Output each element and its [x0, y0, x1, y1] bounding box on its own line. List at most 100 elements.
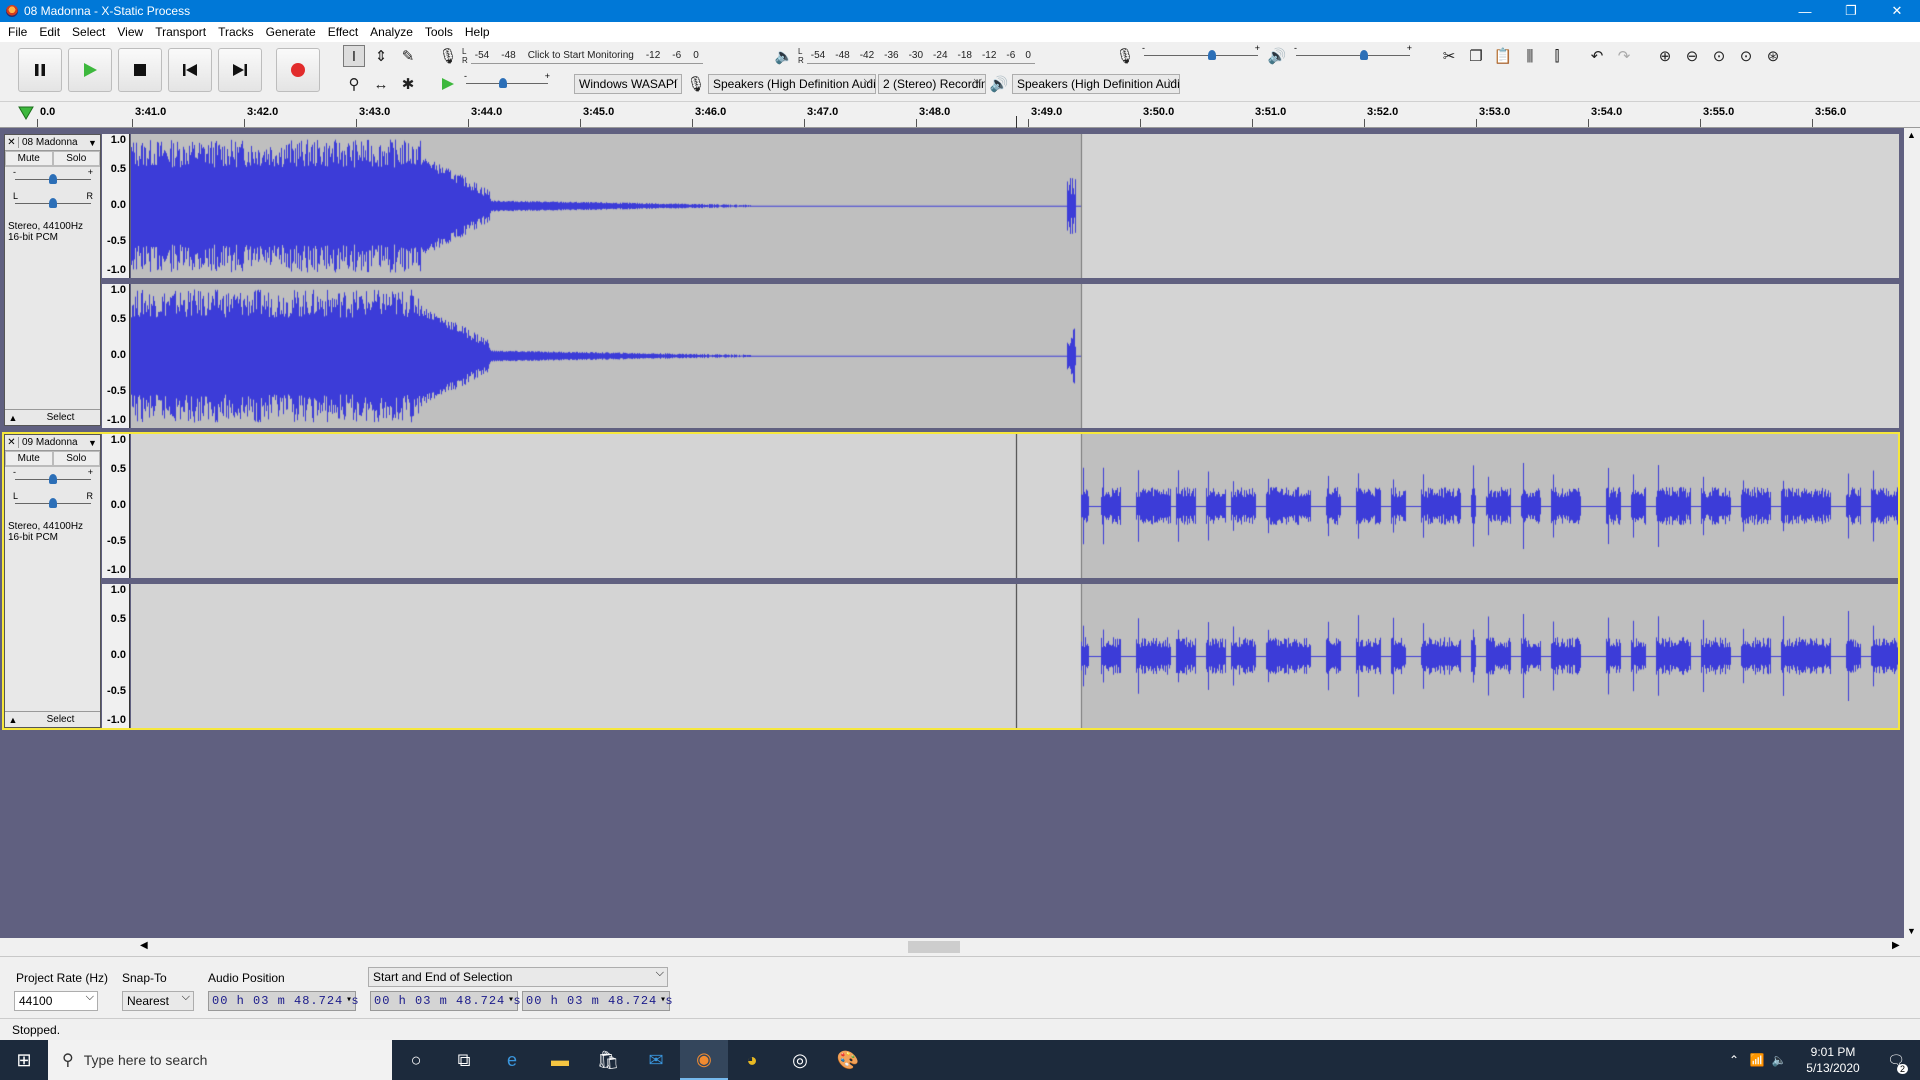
- record-button[interactable]: [276, 48, 320, 92]
- time-shift-tool-button[interactable]: ↔: [370, 73, 392, 95]
- mute-button[interactable]: Mute: [5, 151, 53, 166]
- menu-effect[interactable]: Effect: [322, 25, 364, 39]
- cut-button[interactable]: ✂: [1438, 45, 1460, 67]
- recording-meter[interactable]: LR -54 -48 Click to Start Monitoring -12…: [462, 46, 762, 66]
- waveform-channel[interactable]: [131, 284, 1899, 428]
- envelope-tool-button[interactable]: ⇕: [370, 45, 392, 67]
- selection-end-field[interactable]: 00 h 03 m 48.724 s: [522, 991, 673, 1011]
- vertical-scrollbar[interactable]: ▲ ▼: [1904, 128, 1920, 938]
- scroll-left-icon[interactable]: ◀: [140, 940, 148, 951]
- playback-volume-slider[interactable]: - +: [1292, 43, 1414, 65]
- recording-volume-slider[interactable]: - +: [1140, 43, 1262, 65]
- multi-tool-button[interactable]: ✱: [397, 73, 419, 95]
- menu-tools[interactable]: Tools: [419, 25, 459, 39]
- taskbar-search-box[interactable]: ⚲ Type here to search: [48, 1040, 392, 1080]
- slider-knob[interactable]: [1359, 50, 1368, 60]
- amplitude-ruler[interactable]: 1.0 0.5 0.0 -0.5 -1.0: [102, 284, 130, 428]
- timeline-ruler[interactable]: 0.0 3:41.0 3:42.0 3:43.0 3:44.0 3:45.0 3:46.0 3…: [0, 102, 1920, 128]
- action-center-button[interactable]: 🗨 2: [1872, 1040, 1920, 1080]
- slider-knob[interactable]: [49, 198, 57, 208]
- fit-selection-button[interactable]: ⊙: [1708, 45, 1730, 67]
- selection-start-field[interactable]: 00 h 03 m 48.724 s: [370, 991, 521, 1011]
- pause-button[interactable]: [18, 48, 62, 92]
- select-track-button[interactable]: Select: [21, 412, 100, 423]
- menu-analyze[interactable]: Analyze: [364, 25, 419, 39]
- skip-to-start-button[interactable]: [168, 48, 212, 92]
- task-view-button[interactable]: ⧉: [440, 1040, 488, 1080]
- menu-select[interactable]: Select: [66, 25, 111, 39]
- playback-meter-button[interactable]: 🔈: [773, 45, 795, 67]
- playback-meter[interactable]: LR -54 -48 -42 -36 -30 -24 -18 -12 -6 0: [798, 46, 1098, 66]
- recording-channels-select[interactable]: 2 (Stereo) Recording Channels: [878, 74, 986, 94]
- menu-edit[interactable]: Edit: [33, 25, 66, 39]
- collapse-track-icon[interactable]: ▲: [5, 413, 21, 423]
- edge-button[interactable]: e: [488, 1040, 536, 1080]
- mail-button[interactable]: ✉: [632, 1040, 680, 1080]
- solo-button[interactable]: Solo: [52, 151, 100, 166]
- zoom-out-button[interactable]: ⊖: [1681, 45, 1703, 67]
- paint-button[interactable]: 🎨: [824, 1040, 872, 1080]
- paste-button[interactable]: 📋: [1492, 45, 1514, 67]
- fit-project-button[interactable]: ⊙: [1735, 45, 1757, 67]
- slider-knob[interactable]: [49, 174, 57, 184]
- zoom-tool-button[interactable]: ⚲: [343, 73, 365, 95]
- zoom-in-button[interactable]: ⊕: [1654, 45, 1676, 67]
- audio-host-select[interactable]: Windows WASAPI: [574, 74, 682, 94]
- waveform-canvas[interactable]: [131, 284, 1899, 428]
- menu-transport[interactable]: Transport: [149, 25, 212, 39]
- silence-button[interactable]: ⫿: [1546, 45, 1568, 67]
- project-rate-select[interactable]: 44100: [14, 991, 98, 1011]
- track-menu-dropdown-icon[interactable]: ▼: [88, 138, 100, 148]
- horizontal-scroll-thumb[interactable]: [908, 941, 960, 953]
- audio-position-field[interactable]: 00 h 03 m 48.724 s: [208, 991, 359, 1011]
- play-at-speed-slider[interactable]: - +: [462, 71, 552, 93]
- menu-tracks[interactable]: Tracks: [212, 25, 260, 39]
- stop-button[interactable]: [118, 48, 162, 92]
- track-control-panel[interactable]: ✕ 08 Madonna ▼ Mute Solo - + LR Stereo, 4…: [4, 134, 101, 426]
- show-hidden-icons-button[interactable]: ⌃: [1722, 1040, 1746, 1080]
- play-at-speed-button[interactable]: [437, 73, 459, 95]
- cortana-button[interactable]: ○: [392, 1040, 440, 1080]
- track-name-menu[interactable]: 08 Madonna: [19, 137, 88, 148]
- waveform-canvas[interactable]: [131, 134, 1899, 278]
- close-button[interactable]: ✕: [1874, 0, 1920, 22]
- selection-tool-button[interactable]: I: [343, 45, 365, 67]
- recording-device-select[interactable]: Speakers (High Definition Audio Device) …: [708, 74, 876, 94]
- amplitude-ruler[interactable]: 1.0 0.5 0.0 -0.5 -1.0: [102, 134, 130, 278]
- draw-tool-button[interactable]: ✎: [397, 45, 419, 67]
- menu-help[interactable]: Help: [459, 25, 496, 39]
- scroll-right-icon[interactable]: ▶: [1892, 940, 1900, 951]
- clock[interactable]: 9:01 PM 5/13/2020: [1790, 1044, 1876, 1076]
- menu-generate[interactable]: Generate: [260, 25, 322, 39]
- volume-button[interactable]: 🔈: [1768, 1040, 1790, 1080]
- copy-button[interactable]: ❐: [1465, 45, 1487, 67]
- play-button[interactable]: [68, 48, 112, 92]
- record-meter-button[interactable]: 🎙: [437, 45, 459, 67]
- menu-file[interactable]: File: [2, 25, 33, 39]
- snap-to-select[interactable]: Nearest: [122, 991, 194, 1011]
- waveform-channel[interactable]: [131, 134, 1899, 278]
- media-player-button[interactable]: ◎: [776, 1040, 824, 1080]
- file-explorer-button[interactable]: ▬: [536, 1040, 584, 1080]
- undo-button[interactable]: ↶: [1586, 45, 1608, 67]
- close-track-icon[interactable]: ✕: [5, 137, 19, 148]
- store-button[interactable]: 🛍: [584, 1040, 632, 1080]
- scroll-up-icon[interactable]: ▲: [1907, 130, 1916, 140]
- slider-knob[interactable]: [1207, 50, 1216, 60]
- selection-mode-select[interactable]: Start and End of Selection: [368, 967, 668, 987]
- horizontal-scrollbar[interactable]: ◀ ▶: [0, 938, 1920, 956]
- audacity-taskbar-button[interactable]: ◉: [680, 1040, 728, 1080]
- skip-to-end-button[interactable]: [218, 48, 262, 92]
- scroll-down-icon[interactable]: ▼: [1907, 926, 1916, 936]
- start-button[interactable]: ⊞: [0, 1040, 48, 1080]
- zoom-toggle-button[interactable]: ⊛: [1762, 45, 1784, 67]
- maximize-button[interactable]: ❐: [1828, 0, 1874, 22]
- redo-button[interactable]: ↷: [1613, 45, 1635, 67]
- pan-slider[interactable]: LR: [11, 191, 95, 215]
- slider-knob[interactable]: [499, 78, 508, 88]
- chrome-button[interactable]: ◕: [728, 1040, 776, 1080]
- click-to-start-monitoring[interactable]: Click to Start Monitoring: [528, 50, 634, 61]
- menu-view[interactable]: View: [111, 25, 149, 39]
- trim-button[interactable]: ⫼: [1519, 45, 1541, 67]
- network-button[interactable]: 📶: [1746, 1040, 1768, 1080]
